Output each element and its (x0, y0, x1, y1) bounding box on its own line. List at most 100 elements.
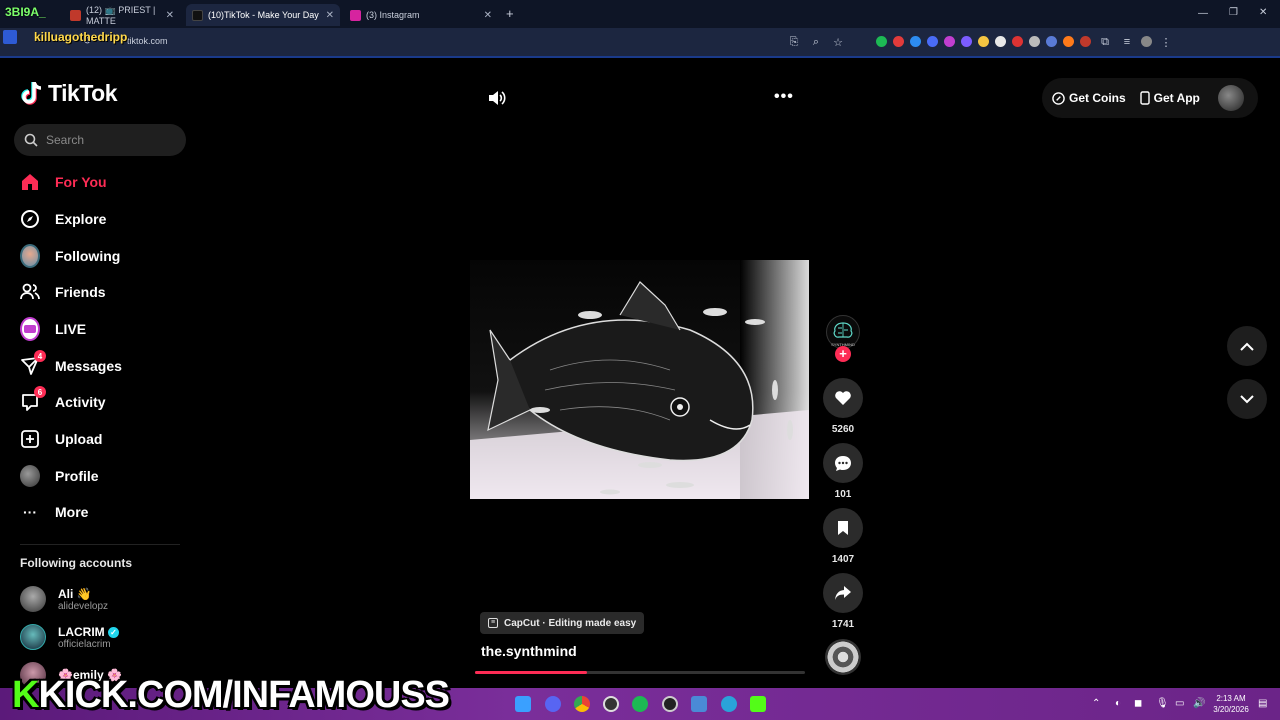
chrome-icon[interactable] (574, 696, 590, 712)
kick-k-letter: K (12, 673, 39, 716)
video-options-icon[interactable]: ••• (774, 88, 794, 106)
upload-icon (20, 429, 40, 449)
speaker-icon[interactable]: 🔊 (1193, 698, 1205, 709)
tiktok-logo[interactable]: TikTok (20, 80, 118, 107)
save-button[interactable] (823, 508, 863, 548)
extension-icon[interactable] (1046, 36, 1057, 47)
following-accounts-title: Following accounts (20, 556, 133, 570)
get-app-button[interactable]: Get App (1139, 91, 1200, 105)
chevron-up-icon (1240, 342, 1254, 351)
zoom-icon[interactable]: ⌕ (808, 34, 824, 50)
extension-icon[interactable] (927, 36, 938, 47)
extension-icon[interactable] (995, 36, 1006, 47)
extension-icon[interactable] (961, 36, 972, 47)
telegram-icon[interactable] (721, 696, 737, 712)
nav-label: Messages (55, 358, 122, 374)
maximize-icon[interactable]: ❐ (1229, 7, 1238, 18)
nav-messages[interactable]: 4 Messages (20, 350, 122, 378)
taskbar-clock[interactable]: 2:13 AM 3/20/2026 (1208, 693, 1254, 715)
compass-icon (20, 209, 40, 229)
address-bar-icons: ⎘ ⌕ ☆ ⧉ ≡ ⋮ (786, 34, 1174, 50)
spotify-icon[interactable] (632, 696, 648, 712)
more-icon: ··· (23, 504, 37, 520)
kick-banner-text: KICK.COM/INFAMOUSS (38, 673, 450, 716)
extension-icon[interactable] (1080, 36, 1091, 47)
nav-explore[interactable]: Explore (20, 207, 106, 231)
tray-chevron-up-icon[interactable]: ⌃ (1092, 698, 1100, 709)
nav-following[interactable]: Following (20, 244, 120, 268)
extension-icon[interactable] (978, 36, 989, 47)
bookmark-star-icon[interactable]: ☆ (830, 34, 846, 50)
nav-more[interactable]: ··· More (20, 500, 88, 524)
notification-icon[interactable]: ▤ (1258, 698, 1267, 709)
previous-video-button[interactable] (1227, 326, 1267, 366)
following-account-item[interactable]: LACRIM ✓ officielacrim (20, 624, 120, 650)
share-button[interactable] (823, 573, 863, 613)
heart-icon (835, 391, 851, 405)
extension-icon[interactable] (893, 36, 904, 47)
nav-profile[interactable]: Profile (20, 464, 99, 488)
extension-icon[interactable] (910, 36, 921, 47)
get-app-label: Get App (1153, 91, 1200, 105)
home-icon (20, 172, 40, 192)
tab-title: (10)TikTok - Make Your Day (208, 10, 319, 20)
extension-icon[interactable] (1012, 36, 1023, 47)
nav-live[interactable]: LIVE (20, 317, 86, 341)
stream-overlay-username: killuagothedripp (34, 30, 128, 44)
close-tab-icon[interactable]: ✕ (484, 10, 492, 21)
browser-tab-tiktok[interactable]: (10)TikTok - Make Your Day ✕ (186, 4, 340, 26)
capcut-effect-tag[interactable]: ≡ CapCut · Editing made easy (480, 612, 645, 634)
network-icon[interactable]: ▭ (1175, 698, 1184, 709)
video-progress-bar[interactable] (475, 671, 805, 674)
live-icon (20, 317, 40, 341)
browser-profile-avatar[interactable] (1141, 36, 1152, 47)
extension-icon[interactable] (876, 36, 887, 47)
nav-friends[interactable]: Friends (20, 280, 106, 304)
search-bar[interactable] (14, 124, 186, 156)
like-button[interactable] (823, 378, 863, 418)
video-player[interactable] (470, 260, 809, 499)
avatar (20, 586, 46, 612)
discord-icon[interactable] (545, 696, 561, 712)
music-disc-icon[interactable] (825, 639, 861, 675)
nav-for-you[interactable]: For You (20, 170, 107, 194)
new-tab-button[interactable]: + (506, 6, 514, 21)
extensions-puzzle-icon[interactable]: ⧉ (1097, 34, 1113, 50)
close-tab-icon[interactable]: ✕ (166, 10, 174, 21)
tray-icon[interactable]: ◐ (1115, 698, 1121, 709)
browser-menu-icon[interactable]: ⋮ (1158, 34, 1174, 50)
tray-icon[interactable]: ◼ (1134, 698, 1142, 709)
kick-app-icon[interactable] (750, 696, 766, 712)
user-avatar[interactable] (1217, 85, 1244, 111)
extension-icon[interactable] (1029, 36, 1040, 47)
search-input[interactable] (46, 133, 176, 147)
following-account-item[interactable]: Ali 👋 alidevelopz (20, 586, 108, 612)
close-window-icon[interactable]: ✕ (1259, 7, 1267, 18)
follow-button[interactable]: + (835, 346, 851, 362)
nav-label: Upload (55, 431, 103, 447)
capcut-label: CapCut · Editing made easy (504, 617, 637, 629)
browser-tab-instagram[interactable]: (3) Instagram ✕ (344, 4, 498, 26)
nav-label: Profile (55, 468, 99, 484)
browser-tab-youtube[interactable]: (12) 📺 PRIEST | MATTE ✕ (64, 4, 180, 26)
obs-icon[interactable] (603, 696, 619, 712)
extension-icon[interactable] (1063, 36, 1074, 47)
url-field[interactable]: tiktok.com (127, 36, 168, 46)
nav-activity[interactable]: 6 Activity (20, 386, 106, 414)
get-coins-button[interactable]: Get Coins (1052, 91, 1126, 105)
extension-icon[interactable] (944, 36, 955, 47)
minimize-icon[interactable]: — (1198, 8, 1208, 19)
nav-upload[interactable]: Upload (20, 427, 102, 451)
microphone-icon[interactable]: 🎙 (1156, 698, 1169, 709)
comment-button[interactable] (823, 443, 863, 483)
video-author[interactable]: the.synthmind (481, 643, 577, 659)
app-icon[interactable] (691, 696, 707, 712)
app-icon[interactable] (662, 696, 678, 712)
windows-start-icon[interactable] (515, 696, 531, 712)
volume-icon[interactable] (487, 88, 507, 113)
reading-list-icon[interactable]: ≡ (1119, 34, 1135, 50)
install-app-icon[interactable]: ⎘ (786, 34, 802, 50)
youtube-favicon-icon (70, 9, 81, 21)
close-tab-icon[interactable]: ✕ (326, 10, 334, 21)
next-video-button[interactable] (1227, 379, 1267, 419)
